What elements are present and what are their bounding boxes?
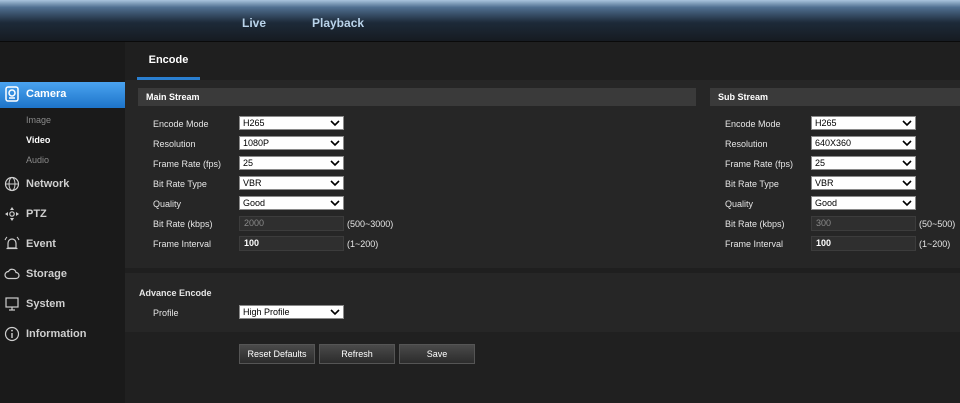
- chevron-down-icon: [330, 140, 340, 147]
- main-quality-label: Quality: [153, 199, 182, 209]
- main-bitrate-label: Bit Rate (kbps): [153, 219, 213, 229]
- main-bitrate-type-label: Bit Rate Type: [153, 179, 207, 189]
- sub-quality-value: Good: [815, 198, 838, 208]
- chevron-down-icon: [902, 200, 912, 207]
- main-stream-header: Main Stream: [138, 88, 696, 106]
- sidebar-item-label: Storage: [26, 268, 67, 280]
- sidebar-subitem-video[interactable]: Video: [26, 135, 50, 145]
- sub-encode-mode-select[interactable]: H265: [811, 116, 916, 130]
- sub-bitrate-range: (50~500): [919, 219, 956, 229]
- sidebar-subitem-audio[interactable]: Audio: [26, 155, 49, 165]
- main-encode-mode-select[interactable]: H265: [239, 116, 344, 130]
- chevron-down-icon: [330, 180, 340, 187]
- sidebar-item-ptz[interactable]: PTZ: [0, 202, 125, 228]
- main-resolution-select[interactable]: 1080P: [239, 136, 344, 150]
- sub-frame-interval-range: (1~200): [919, 239, 951, 249]
- sub-bitrate-type-select[interactable]: VBR: [811, 176, 916, 190]
- main-bitrate-input[interactable]: 2000: [239, 216, 344, 231]
- sidebar-item-camera[interactable]: Camera: [0, 82, 132, 108]
- chevron-down-icon: [902, 140, 912, 147]
- sidebar-item-storage[interactable]: Storage: [0, 262, 125, 288]
- sidebar-item-system[interactable]: System: [0, 292, 125, 318]
- main-frame-rate-value: 25: [243, 158, 254, 168]
- sub-resolution-select[interactable]: 640X360: [811, 136, 916, 150]
- ptz-arrows-icon: [5, 207, 19, 221]
- main-bitrate-range: (500~3000): [347, 219, 394, 229]
- sub-bitrate-input[interactable]: 300: [811, 216, 916, 231]
- save-button[interactable]: Save: [399, 344, 475, 364]
- sub-resolution-value: 640X360: [815, 138, 852, 148]
- sub-bitrate-label: Bit Rate (kbps): [725, 219, 785, 229]
- nav-playback[interactable]: Playback: [312, 16, 364, 30]
- advance-encode-title: Advance Encode: [139, 288, 212, 298]
- refresh-button[interactable]: Refresh: [319, 344, 395, 364]
- sidebar-item-label: PTZ: [26, 208, 47, 220]
- main-resolution-value: 1080P: [243, 138, 270, 148]
- main-quality-select[interactable]: Good: [239, 196, 344, 210]
- sub-frame-interval-label: Frame Interval: [725, 239, 784, 249]
- sub-frame-rate-label: Frame Rate (fps): [725, 159, 794, 169]
- main-frame-interval-range: (1~200): [347, 239, 379, 249]
- globe-icon: [4, 176, 20, 192]
- sub-resolution-label: Resolution: [725, 139, 768, 149]
- chevron-down-icon: [902, 160, 912, 167]
- section-divider: [125, 268, 960, 273]
- chevron-down-icon: [330, 200, 340, 207]
- sub-quality-label: Quality: [725, 199, 754, 209]
- sidebar-item-label: Network: [26, 178, 70, 190]
- main-quality-value: Good: [243, 198, 266, 208]
- sidebar-item-network[interactable]: Network: [0, 172, 125, 198]
- sub-encode-mode-value: H265: [815, 118, 837, 128]
- main-bitrate-type-select[interactable]: VBR: [239, 176, 344, 190]
- main-resolution-label: Resolution: [153, 139, 196, 149]
- main-encode-mode-label: Encode Mode: [153, 119, 209, 129]
- cloud-icon: [4, 268, 20, 280]
- sub-frame-rate-value: 25: [815, 158, 826, 168]
- main-frame-rate-label: Frame Rate (fps): [153, 159, 222, 169]
- sidebar-item-label: System: [26, 298, 66, 310]
- sidebar-item-label: Event: [26, 238, 56, 250]
- sub-encode-mode-label: Encode Mode: [725, 119, 781, 129]
- chevron-down-icon: [330, 120, 340, 127]
- sub-bitrate-type-label: Bit Rate Type: [725, 179, 779, 189]
- sub-quality-select[interactable]: Good: [811, 196, 916, 210]
- sidebar-item-information[interactable]: Information: [0, 322, 125, 348]
- chevron-down-icon: [902, 120, 912, 127]
- sidebar-item-label: Information: [26, 328, 87, 340]
- main-frame-interval-input[interactable]: 100: [239, 236, 344, 251]
- profile-label: Profile: [153, 308, 179, 318]
- sub-bitrate-type-value: VBR: [815, 178, 834, 188]
- main-frame-rate-select[interactable]: 25: [239, 156, 344, 170]
- main-encode-mode-value: H265: [243, 118, 265, 128]
- alarm-bell-icon: [4, 236, 20, 250]
- sub-stream-header: Sub Stream: [710, 88, 960, 106]
- sidebar: Camera Image Video Audio Network PTZ Eve…: [0, 42, 132, 403]
- profile-value: High Profile: [243, 307, 290, 317]
- chevron-down-icon: [902, 180, 912, 187]
- sub-frame-rate-select[interactable]: 25: [811, 156, 916, 170]
- camera-icon: [5, 86, 19, 102]
- chevron-down-icon: [330, 160, 340, 167]
- info-icon: [4, 326, 20, 342]
- tab-bar: Encode: [125, 42, 960, 80]
- monitor-icon: [5, 297, 19, 311]
- chevron-down-icon: [330, 309, 340, 316]
- tab-encode[interactable]: Encode: [137, 42, 200, 80]
- main-content: Encode Main Stream Encode Mode H265 Reso…: [125, 42, 960, 403]
- sub-frame-interval-input[interactable]: 100: [811, 236, 916, 251]
- top-header: Live Playback: [0, 0, 960, 42]
- profile-select[interactable]: High Profile: [239, 305, 344, 319]
- reset-defaults-button[interactable]: Reset Defaults: [239, 344, 315, 364]
- main-frame-interval-label: Frame Interval: [153, 239, 212, 249]
- button-bar: [125, 332, 960, 403]
- sidebar-item-event[interactable]: Event: [0, 232, 125, 258]
- main-bitrate-type-value: VBR: [243, 178, 262, 188]
- nav-live[interactable]: Live: [242, 16, 266, 30]
- sidebar-subitem-image[interactable]: Image: [26, 115, 51, 125]
- sidebar-item-label: Camera: [26, 88, 67, 100]
